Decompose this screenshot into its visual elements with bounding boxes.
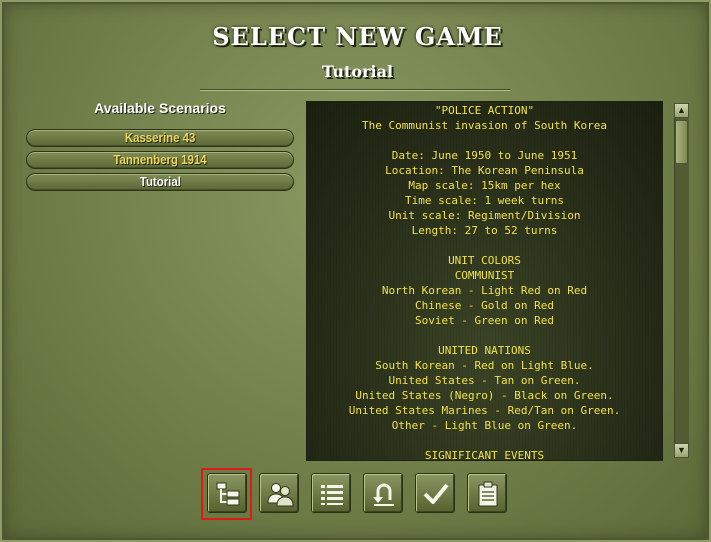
return-button[interactable] [363, 473, 403, 513]
description-line: SIGNIFICANT EVENTS [424, 449, 545, 461]
description-line: COMMUNIST [454, 269, 515, 282]
description-scrollbar[interactable]: ▲ ▼ [674, 103, 689, 458]
description-line: United States (Negro) - Black on Green. [355, 389, 614, 402]
checkmark-icon [423, 483, 449, 504]
list-button[interactable] [311, 473, 351, 513]
dialog-frame: SELECT NEW GAME Tutorial Available Scena… [0, 0, 711, 542]
description-line: "POLICE ACTION" [434, 104, 535, 117]
scenario-label: Tutorial [139, 174, 181, 189]
toolbar-selection-highlight [201, 468, 252, 520]
description-line: Map scale: 15km per hex [408, 179, 561, 192]
description-line: Other - Light Blue on Green. [391, 419, 578, 432]
page-title: SELECT NEW GAME [212, 22, 503, 51]
description-line [306, 238, 663, 253]
scroll-down-arrow-icon[interactable]: ▼ [674, 443, 689, 458]
list-icon [321, 485, 343, 505]
description-line: Unit scale: Regiment/Division [388, 209, 581, 222]
scenario-button-tannenberg[interactable]: Tannenberg 1914 [26, 151, 294, 169]
description-line: Location: The Korean Peninsula [385, 164, 584, 177]
clipboard-button[interactable] [467, 473, 507, 513]
description-line: UNITED NATIONS [438, 344, 531, 357]
scenario-description-panel: "POLICE ACTION" The Communist invasion of… [306, 101, 663, 461]
description-line: United States Marines - Red/Tan on Green… [348, 404, 621, 417]
scenario-button-tutorial[interactable]: Tutorial [26, 173, 294, 191]
players-icon [267, 483, 294, 507]
description-line [306, 133, 663, 148]
description-line: UNIT COLORS [448, 254, 521, 267]
available-scenarios-heading: Available Scenarios [94, 100, 226, 116]
description-line: United States - Tan on Green. [388, 374, 581, 387]
clipboard-icon [478, 481, 498, 507]
scenario-label: Tannenberg 1914 [113, 152, 207, 167]
scroll-up-arrow-icon[interactable]: ▲ [674, 103, 689, 118]
scrollbar-thumb[interactable] [675, 120, 688, 164]
description-line: Date: June 1950 to June 1951 [391, 149, 578, 162]
scenario-button-kasserine[interactable]: Kasserine 43 [26, 129, 294, 147]
return-icon [373, 483, 394, 506]
selected-scenario-title: Tutorial [321, 62, 394, 81]
title-divider [200, 89, 510, 91]
confirm-button[interactable] [415, 473, 455, 513]
players-button[interactable] [259, 473, 299, 513]
description-line: Time scale: 1 week turns [405, 194, 564, 207]
description-line: North Korean - Light Red on Red [381, 284, 588, 297]
scenario-description-text: "POLICE ACTION" The Communist invasion of… [306, 103, 663, 461]
description-line: Soviet - Green on Red [414, 314, 555, 327]
description-line [306, 433, 663, 448]
description-line: The Communist invasion of South Korea [361, 119, 608, 132]
scenario-label: Kasserine 43 [124, 130, 196, 145]
description-line: Length: 27 to 52 turns [411, 224, 558, 237]
description-line [306, 328, 663, 343]
description-line: South Korean - Red on Light Blue. [375, 359, 594, 372]
description-line: Chinese - Gold on Red [414, 299, 555, 312]
